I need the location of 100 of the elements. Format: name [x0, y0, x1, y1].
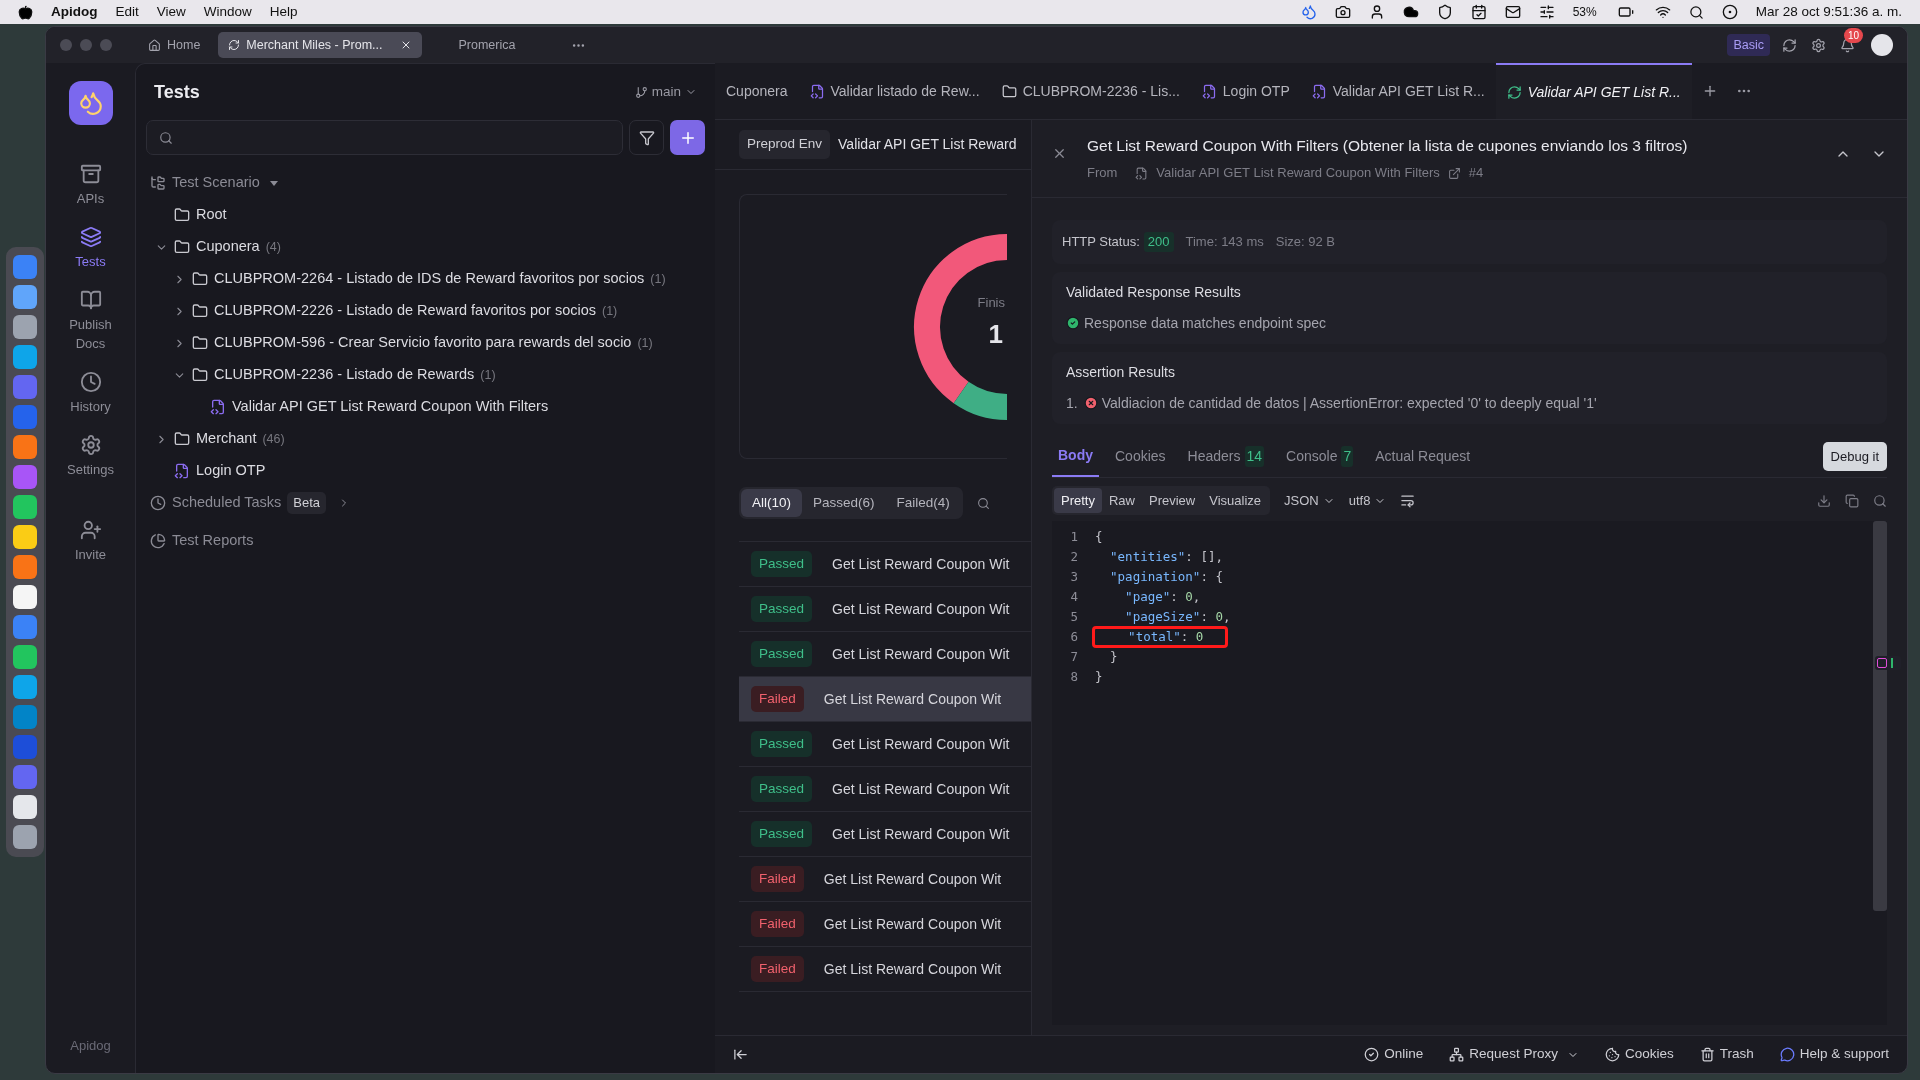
- user-plus-icon: [79, 519, 102, 541]
- apple-logo-icon[interactable]: [18, 4, 33, 20]
- nav-item[interactable]: APIs: [55, 163, 126, 208]
- dock-app-icon[interactable]: [13, 315, 37, 339]
- view-mode-tab[interactable]: Visualize: [1202, 487, 1269, 514]
- dock-app-icon[interactable]: [13, 525, 37, 549]
- editor-tab[interactable]: Validar API GET List R...: [1300, 63, 1496, 119]
- editor-tab[interactable]: CLUBPROM-2236 - Lis...: [990, 63, 1191, 119]
- tree-item-label[interactable]: Cuponera: [196, 236, 260, 258]
- tree-item-label[interactable]: Root: [196, 204, 227, 226]
- plan-badge[interactable]: Basic: [1727, 33, 1770, 57]
- tree-item-label[interactable]: CLUBPROM-2264 - Listado de IDS de Reward favoritos por socios: [214, 268, 645, 290]
- status-bar-item[interactable]: Trash: [1699, 1044, 1754, 1065]
- external-link-icon[interactable]: [1447, 166, 1461, 180]
- tree-item-label[interactable]: CLUBPROM-596 - Crear Servicio favorito para rewards del socio: [214, 332, 632, 354]
- camera-icon[interactable]: [1334, 4, 1351, 20]
- app-logo[interactable]: [68, 81, 113, 125]
- menu-item[interactable]: Edit: [115, 1, 139, 23]
- nav-item[interactable]: Tests: [55, 226, 126, 271]
- format-dropdown[interactable]: JSON: [1284, 490, 1335, 511]
- dock-app-icon[interactable]: [13, 285, 37, 309]
- editor-tab[interactable]: Cuponera: [715, 63, 799, 119]
- section-label[interactable]: Test Scenario: [172, 172, 260, 194]
- status-bar-item[interactable]: Help & support: [1779, 1044, 1889, 1065]
- search-field[interactable]: [146, 120, 623, 155]
- menu-item[interactable]: View: [156, 1, 186, 23]
- nav-item[interactable]: Settings: [55, 434, 126, 479]
- debug-button[interactable]: Debug it: [1822, 441, 1887, 471]
- response-tab[interactable]: Body: [1052, 435, 1099, 477]
- shield-icon[interactable]: [1436, 4, 1453, 20]
- tree-item-label[interactable]: CLUBPROM-2226 - Listado de Reward favoritos por socios: [214, 300, 596, 322]
- dock-app-icon[interactable]: [13, 645, 37, 669]
- calendar-icon[interactable]: [1470, 4, 1487, 20]
- dock-app-icon[interactable]: [13, 825, 37, 849]
- tree-item-label[interactable]: Validar API GET List Reward Coupon With Filters: [232, 396, 549, 418]
- window-tab[interactable]: Home: [138, 32, 211, 58]
- add-button[interactable]: [670, 120, 705, 155]
- app-menu[interactable]: Apidog: [51, 1, 98, 23]
- response-tab[interactable]: Headers 14: [1181, 435, 1271, 477]
- response-tab[interactable]: Actual Request: [1369, 435, 1477, 477]
- tree-item-label[interactable]: Login OTP: [196, 460, 266, 482]
- filter-tab[interactable]: Passed(6): [802, 489, 886, 518]
- drop-icon[interactable]: [1300, 4, 1317, 20]
- filter-button[interactable]: [629, 120, 664, 155]
- line-number: 5: [1069, 607, 1079, 626]
- response-tab[interactable]: Console 7: [1280, 435, 1360, 477]
- mail-icon[interactable]: [1504, 4, 1521, 20]
- dropdown-triangle-icon[interactable]: [269, 180, 278, 186]
- nav-item[interactable]: History: [55, 371, 126, 416]
- bell-icon[interactable]: [1840, 37, 1855, 53]
- wrap-text-icon[interactable]: [1400, 493, 1416, 508]
- response-time: Time: 143 ms: [1185, 233, 1264, 251]
- menu-item[interactable]: Help: [269, 1, 298, 23]
- dock-app-icon[interactable]: [13, 795, 37, 819]
- editor-tab[interactable]: Validar listado de Rew...: [798, 63, 991, 119]
- card-title: Validated Response Results: [1066, 282, 1242, 302]
- section-label[interactable]: Scheduled Tasks: [172, 492, 282, 514]
- result-name: Get List Reward Coupon Wit: [823, 869, 1002, 889]
- close-icon[interactable]: [1052, 146, 1067, 161]
- status-bar-item[interactable]: Online: [1364, 1044, 1424, 1065]
- status-bar-item[interactable]: Request Proxy: [1449, 1044, 1579, 1065]
- line-number: 8: [1069, 667, 1079, 686]
- sliders-icon[interactable]: [1538, 4, 1555, 20]
- menu-item[interactable]: Window: [203, 1, 252, 23]
- filter-tab[interactable]: Failed(4): [885, 489, 961, 518]
- wifi-icon[interactable]: [1654, 4, 1671, 20]
- status-bar-item[interactable]: Cookies: [1604, 1044, 1674, 1065]
- view-mode-tab[interactable]: Pretty: [1054, 487, 1102, 514]
- encoding-dropdown[interactable]: utf8: [1348, 490, 1387, 511]
- nav-item[interactable]: Publish Docs: [55, 289, 126, 353]
- section-label[interactable]: Test Reports: [172, 530, 254, 552]
- response-tab[interactable]: Cookies: [1109, 435, 1172, 477]
- item-count: (1): [480, 366, 496, 384]
- editor-tab[interactable]: Login OTP: [1190, 63, 1301, 119]
- dock-app-icon[interactable]: [13, 585, 37, 609]
- view-mode-tab[interactable]: Preview: [1142, 487, 1203, 514]
- tree-item-label[interactable]: Merchant: [196, 428, 257, 450]
- refresh-icon[interactable]: [1782, 37, 1797, 53]
- tree-item-label[interactable]: CLUBPROM-2236 - Listado de Rewards: [214, 364, 475, 386]
- filter-tab[interactable]: All(10): [741, 489, 802, 518]
- branch-selector[interactable]: main: [634, 81, 697, 103]
- result-name: Get List Reward Coupon Wit: [832, 779, 1010, 799]
- nav-item[interactable]: Invite: [55, 519, 126, 564]
- cloud-icon[interactable]: [1402, 4, 1419, 20]
- status-badge: Failed: [751, 956, 804, 983]
- avatar[interactable]: [1871, 34, 1893, 56]
- clock-icon: [79, 371, 102, 393]
- collapse-sidebar-icon[interactable]: [733, 1047, 748, 1062]
- window-tab[interactable]: Merchant Miles - Prom...: [218, 32, 423, 58]
- scrollbar[interactable]: [1873, 521, 1887, 912]
- view-mode-tab[interactable]: Raw: [1101, 487, 1142, 514]
- search-icon[interactable]: [1688, 4, 1704, 20]
- dock-app-icon[interactable]: [13, 495, 37, 519]
- copy-icon[interactable]: [1845, 493, 1859, 508]
- result-row[interactable]: Failed Get List Reward Coupon Wit: [739, 677, 1031, 723]
- environment-badge[interactable]: Preprod Env: [739, 130, 831, 159]
- window-tab[interactable]: Promerica: [430, 32, 544, 58]
- download-icon[interactable]: [1817, 493, 1831, 508]
- settings-icon[interactable]: [1811, 37, 1826, 53]
- source-link[interactable]: Validar API GET List Reward Coupon With Filters: [1156, 163, 1440, 183]
